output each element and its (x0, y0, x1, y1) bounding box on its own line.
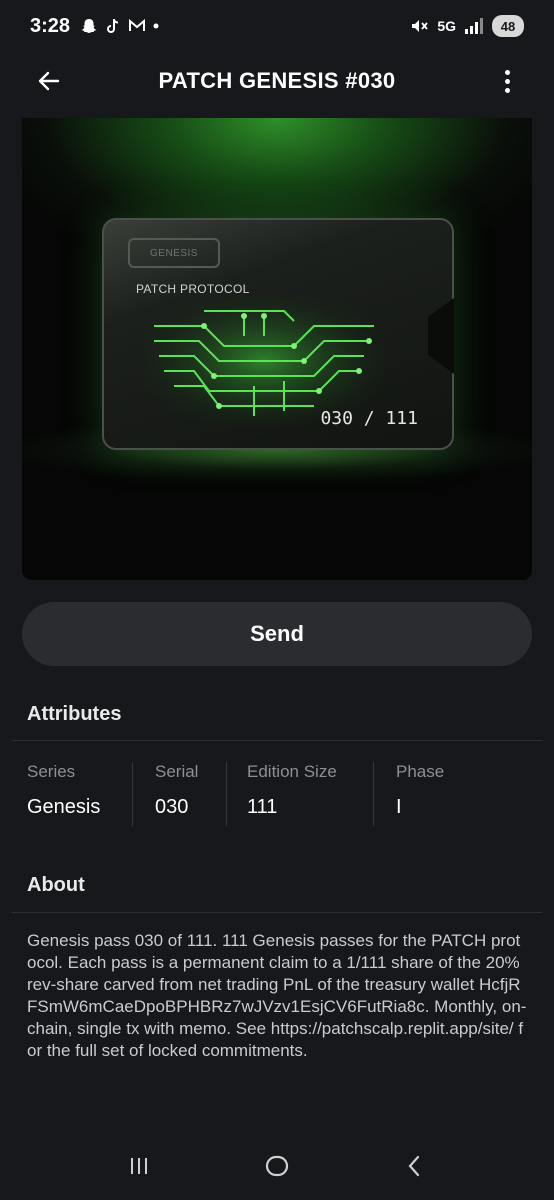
page-title: PATCH GENESIS #030 (158, 68, 396, 93)
signal-icon (465, 18, 483, 34)
dot-icon (153, 23, 159, 29)
system-nav-bar (0, 1132, 554, 1200)
send-button[interactable]: Send (22, 602, 532, 666)
patch-card: GENESIS PATCH PROTOCOL 030 / 111 (102, 218, 454, 450)
more-options-button[interactable] (492, 66, 522, 96)
attribute-value: Genesis (27, 796, 101, 818)
attributes-heading: Attributes (27, 703, 122, 725)
attribute-label: Phase (396, 762, 445, 781)
home-icon (265, 1155, 289, 1177)
status-right: 5G 48 (409, 15, 524, 37)
arrow-left-icon (38, 71, 60, 91)
more-vertical-icon (504, 69, 510, 75)
nft-image: GENESIS PATCH PROTOCOL 030 / 111 (22, 118, 532, 580)
attribute-label: Serial (155, 762, 199, 781)
app-bar: PATCH GENESIS #030 (0, 52, 554, 110)
back-button[interactable] (34, 66, 64, 96)
attribute-value: 030 (155, 796, 189, 818)
notification-icons (80, 17, 160, 35)
attribute-value: I (396, 796, 402, 818)
nav-back-button[interactable] (395, 1146, 435, 1186)
battery-badge: 48 (492, 15, 524, 37)
recents-icon (131, 1158, 147, 1174)
divider (12, 740, 542, 741)
attribute-series: Series Genesis (12, 762, 133, 826)
about-heading: About (27, 874, 85, 896)
attribute-value: 111 (247, 796, 278, 818)
home-button[interactable] (257, 1146, 297, 1186)
attributes-row: Series Genesis Serial 030 Edition Size 1… (12, 762, 542, 826)
attribute-label: Series (27, 762, 76, 781)
divider (12, 912, 542, 913)
attribute-edition-size: Edition Size 111 (227, 762, 374, 826)
network-label: 5G (437, 18, 456, 34)
card-protocol: PATCH PROTOCOL (136, 282, 250, 296)
about-description: Genesis pass 030 of 111. 111 Genesis pas… (27, 931, 527, 1060)
attribute-label: Edition Size (247, 762, 337, 781)
recents-button[interactable] (119, 1146, 159, 1186)
mute-icon (412, 20, 429, 32)
card-notch (428, 298, 454, 374)
status-time: 3:28 (30, 14, 71, 37)
circuit-icon (144, 296, 384, 426)
card-serial: 030 / 111 (320, 408, 418, 429)
attribute-phase: Phase I (374, 762, 514, 826)
tiktok-icon (107, 18, 119, 33)
gmail-icon (129, 18, 146, 31)
snapchat-icon (81, 19, 97, 33)
status-bar: 3:28 5G 48 (0, 0, 554, 52)
card-label: GENESIS (128, 238, 220, 268)
status-left: 3:28 (30, 15, 160, 38)
back-nav-icon (408, 1155, 420, 1177)
attribute-serial: Serial 030 (133, 762, 227, 826)
